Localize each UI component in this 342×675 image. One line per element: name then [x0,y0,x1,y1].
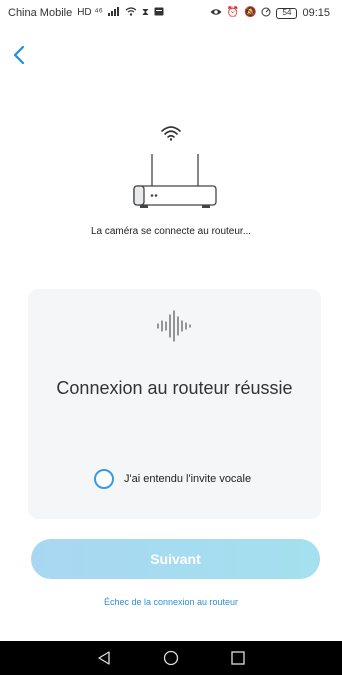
carrier-name: China Mobile [8,7,73,19]
status-right: ⏰ 🔕 54 09:15 [210,7,330,20]
mute-icon: 🔕 [244,7,257,18]
connecting-caption: La caméra se connecte au routeur... [90,226,252,237]
router-icon [133,154,217,208]
heard-voice-checkbox[interactable]: J'ai entendu l'invite vocale [94,469,251,489]
circle-home-icon [163,650,179,666]
triangle-back-icon [98,651,110,665]
nav-back-button[interactable] [89,643,119,673]
voice-prompt-card: Connexion au routeur réussie J'ai entend… [28,289,321,519]
status-left: China Mobile HD ⁴⁶ ⧗ [8,7,164,19]
system-nav-bar [0,641,342,675]
nav-recent-button[interactable] [223,643,253,673]
connection-success-title: Connexion au routeur réussie [56,378,293,398]
wifi-status-icon [125,7,137,19]
message-icon [154,7,164,19]
square-recent-icon [231,651,245,665]
heard-voice-label: J'ai entendu l'invite vocale [124,473,252,485]
sound-wave-icon [157,310,191,342]
connection-failed-link[interactable]: Échec de la connexion au routeur [0,597,342,607]
radio-circle-icon[interactable] [94,469,114,489]
wifi-icon [161,126,181,141]
back-button[interactable] [6,40,32,70]
eye-icon [210,8,222,19]
status-bar: China Mobile HD ⁴⁶ ⧗ ⏰ 🔕 54 09:15 [0,0,342,26]
next-button[interactable]: Suivant [31,539,320,579]
battery-icon: 54 [276,7,298,19]
hourglass-icon: ⧗ [141,7,149,18]
clock-time: 09:15 [302,7,330,19]
speed-icon [261,7,271,20]
chevron-left-icon [13,45,25,65]
signal-icon [107,7,120,19]
alarm-off-icon: ⏰ [226,7,240,18]
network-badges: HD ⁴⁶ [77,7,103,18]
nav-home-button[interactable] [156,643,186,673]
